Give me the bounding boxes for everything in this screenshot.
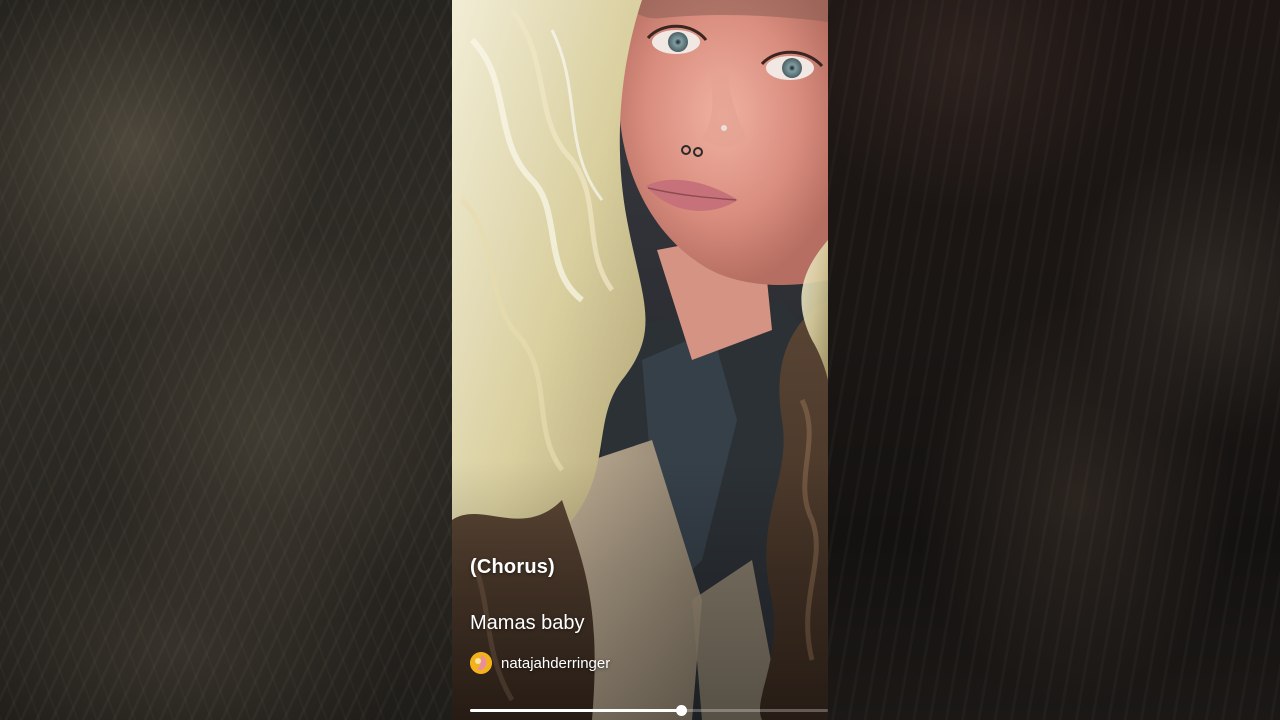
video-player[interactable]: (Chorus) Mamas baby natajahderringer bbox=[0, 0, 1280, 720]
lyrics-caption: (Chorus) bbox=[470, 556, 555, 578]
progress-scrubber-handle[interactable] bbox=[676, 705, 687, 716]
video-frame[interactable]: (Chorus) Mamas baby natajahderringer bbox=[452, 0, 828, 720]
blurred-background-left bbox=[0, 0, 452, 720]
channel-name: natajahderringer bbox=[501, 654, 611, 672]
progress-bar[interactable] bbox=[470, 704, 828, 716]
blurred-background-right bbox=[828, 0, 1280, 720]
progress-played bbox=[470, 709, 681, 712]
channel-avatar-icon[interactable] bbox=[470, 652, 492, 674]
video-title[interactable]: Mamas baby bbox=[470, 612, 585, 635]
channel-link[interactable]: natajahderringer bbox=[470, 652, 610, 674]
